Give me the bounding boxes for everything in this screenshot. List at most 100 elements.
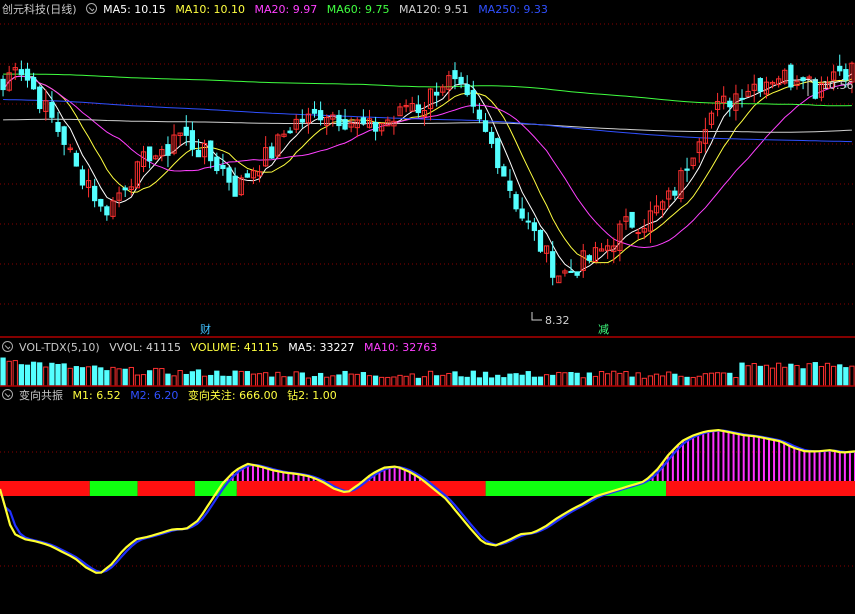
indicator-name[interactable]: 变向共振 xyxy=(19,389,63,402)
volume-bar-down xyxy=(37,362,43,387)
indicator-toggle-icon[interactable] xyxy=(2,389,13,400)
volume-bar-down xyxy=(208,374,214,387)
candle-down xyxy=(470,90,476,107)
volume-bar-up xyxy=(659,375,666,387)
volume-bar-up xyxy=(421,376,428,387)
volume-bar-down xyxy=(458,376,464,387)
stock-title[interactable]: 创元科技(日线) xyxy=(2,3,77,16)
candle-down xyxy=(452,70,458,80)
signal-ribbon-red xyxy=(137,481,195,496)
volume-bar-up xyxy=(250,373,257,387)
volume-bar-down xyxy=(146,370,153,387)
signal-ribbon-red xyxy=(666,481,855,496)
volume-bar-down xyxy=(476,377,483,387)
candlesticks[interactable] xyxy=(0,54,855,286)
volume-bar-down xyxy=(18,364,25,387)
candle-down xyxy=(122,187,128,191)
volume-bar-up xyxy=(324,376,330,387)
volume-bar-up xyxy=(354,373,360,387)
volume-bar-up xyxy=(330,375,336,387)
volume-bar-down xyxy=(843,367,849,387)
signal-ribbon-red xyxy=(0,481,90,496)
settings-toggle-icon[interactable] xyxy=(86,3,98,14)
volume-bar-up xyxy=(110,366,116,387)
candle-down xyxy=(342,119,348,130)
volume-bar-up xyxy=(85,366,92,387)
candle-down xyxy=(684,168,690,171)
volume-bar-down xyxy=(220,375,226,387)
volume-bar-up xyxy=(275,371,281,387)
volume-bar-down xyxy=(98,367,104,387)
volume-bar-down xyxy=(49,362,55,387)
event-marker-reduction[interactable]: 减 xyxy=(598,323,609,336)
candle-down xyxy=(30,76,37,90)
candle-down xyxy=(336,114,342,127)
volume-bar-down xyxy=(739,362,745,387)
volume-legend: VOL-TDX(5,10) VVOL: 41115 VOLUME: 41115 … xyxy=(2,339,443,357)
candle-down xyxy=(232,175,238,197)
volume-bar-up xyxy=(818,365,825,387)
volume-bar-up xyxy=(43,366,49,387)
candle-down xyxy=(586,255,592,261)
candle-down xyxy=(311,108,318,114)
volume-bar-up xyxy=(666,371,672,387)
candle-down xyxy=(739,97,745,100)
volume-bar-up xyxy=(635,372,641,387)
volume-toggle-icon[interactable] xyxy=(2,341,13,352)
volume-bar-up xyxy=(171,375,177,387)
candle-down xyxy=(189,130,196,150)
volume-bar-down xyxy=(507,373,513,387)
volume-bars[interactable] xyxy=(0,357,855,387)
candle-down xyxy=(812,79,818,99)
volume-bar-down xyxy=(519,374,525,387)
volume-bar-up xyxy=(617,372,623,387)
indicator-plot[interactable] xyxy=(0,428,855,574)
volume-bar-down xyxy=(629,376,635,387)
candle-down xyxy=(434,91,440,96)
candle-down xyxy=(488,131,495,144)
volume-bar-up xyxy=(714,372,721,387)
volume-bar-down xyxy=(800,368,806,387)
volume-bar-down xyxy=(342,370,348,387)
volume-bar-down xyxy=(0,357,6,387)
volume-bar-down xyxy=(837,364,843,387)
ma250-label: MA250: 9.33 xyxy=(478,3,548,16)
ma5-label: MA5: 10.15 xyxy=(103,3,166,16)
candle-down xyxy=(18,69,25,75)
volume-bar-down xyxy=(226,375,232,387)
volume-value-label: VOLUME: 41115 xyxy=(190,341,279,354)
volume-bar-up xyxy=(556,371,562,387)
volume-indicator-name[interactable]: VOL-TDX(5,10) xyxy=(19,341,100,354)
low-price-label: 8.32 xyxy=(545,314,570,327)
volume-bar-up xyxy=(385,376,391,387)
candle-down xyxy=(165,144,171,156)
ma60-line xyxy=(3,73,852,107)
candle-down xyxy=(208,140,214,162)
volume-bar-down xyxy=(574,372,580,387)
volume-bar-up xyxy=(849,365,855,387)
volume-bar-up xyxy=(281,376,287,387)
candle-down xyxy=(458,76,464,85)
volume-bar-up xyxy=(782,366,788,387)
volume-bar-up xyxy=(140,374,147,387)
candle-down xyxy=(317,110,324,121)
volume-bar-up xyxy=(238,370,244,387)
volume-bar-down xyxy=(92,365,98,387)
volume-bar-down xyxy=(73,366,79,387)
candle-down xyxy=(629,211,635,228)
volume-bar-down xyxy=(672,373,678,387)
volume-bar-down xyxy=(269,376,275,387)
stock-chart[interactable]: 10.56 8.32 财 减 xyxy=(0,0,855,614)
volume-bar-down xyxy=(464,376,470,387)
volume-bar-down xyxy=(122,368,128,387)
candle-down xyxy=(226,167,232,183)
volume-bar-up xyxy=(348,373,354,387)
candle-down xyxy=(98,198,104,207)
volume-bar-down xyxy=(104,370,110,387)
volume-bar-down xyxy=(336,374,342,387)
volume-bar-down xyxy=(531,376,538,387)
event-marker-earnings[interactable]: 财 xyxy=(200,322,211,336)
volume-bar-down xyxy=(183,373,189,387)
candle-down xyxy=(55,122,61,132)
volume-bar-up xyxy=(116,368,122,387)
